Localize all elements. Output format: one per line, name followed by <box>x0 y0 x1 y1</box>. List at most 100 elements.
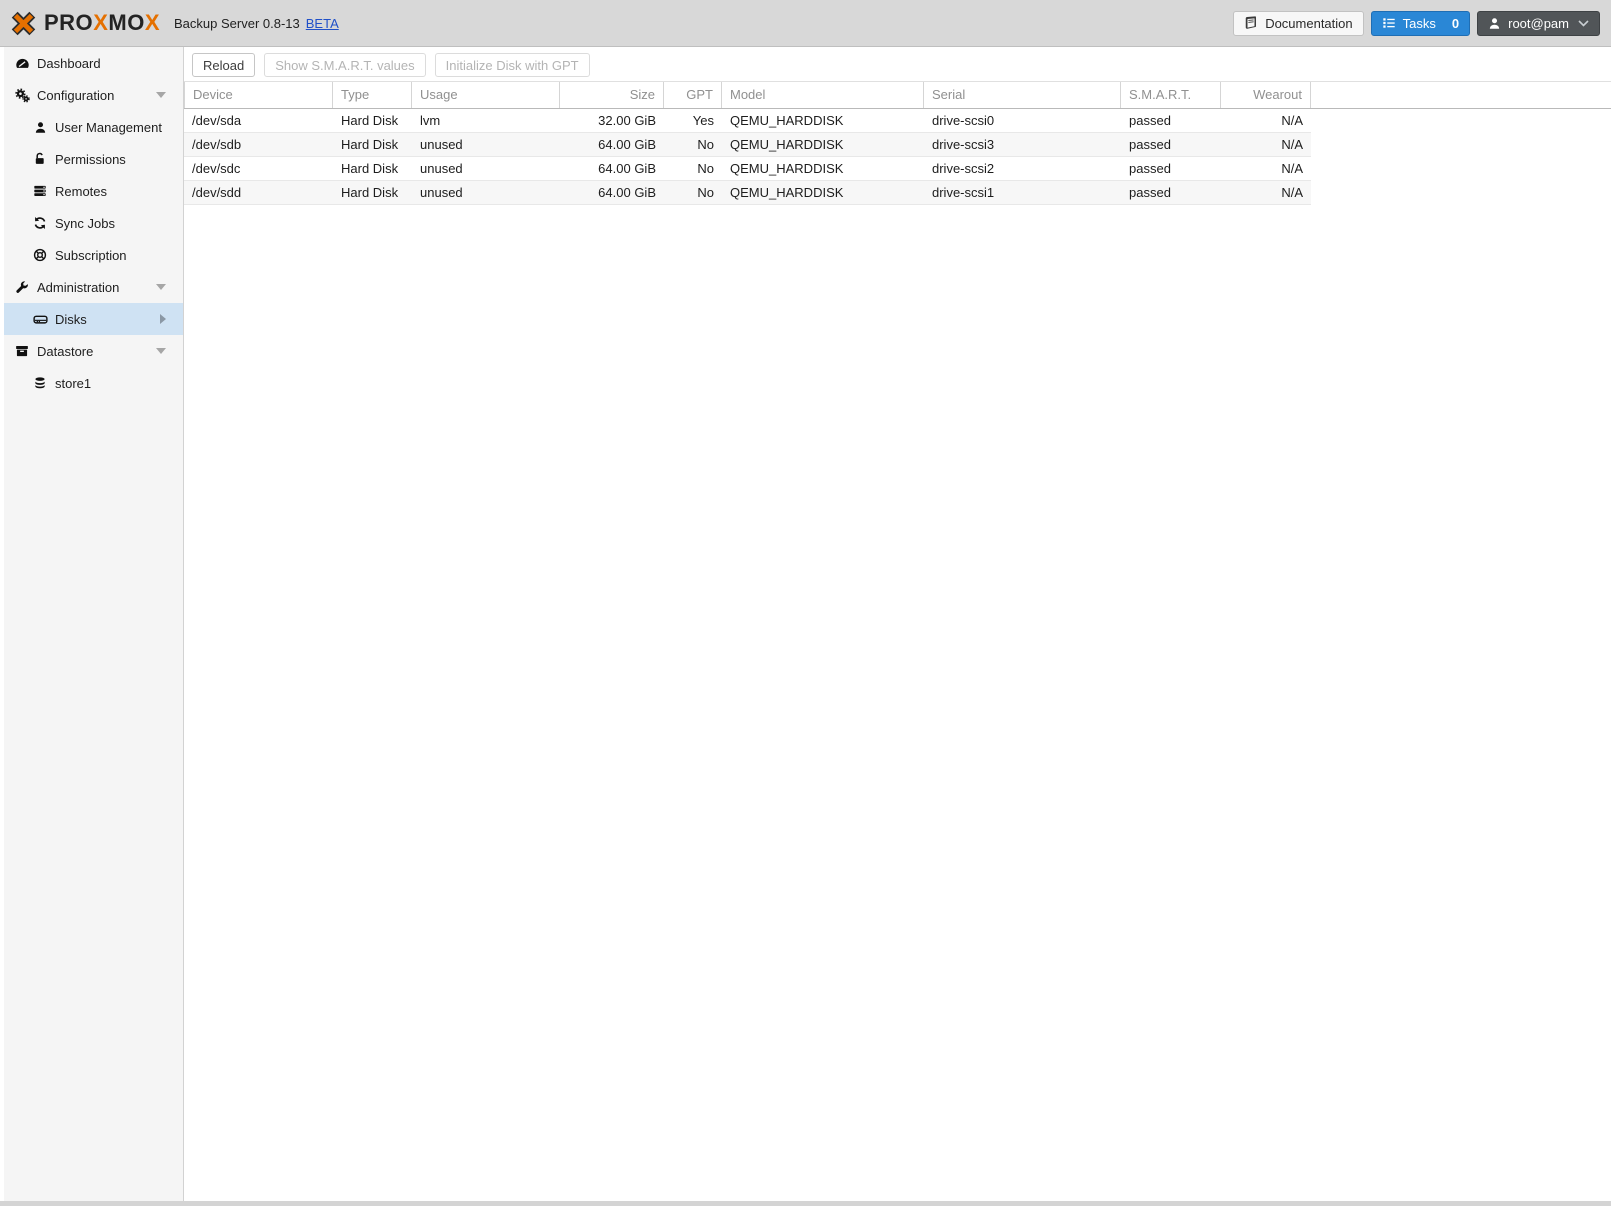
sidebar-item-label: Configuration <box>37 87 115 103</box>
cell-wearout: N/A <box>1281 137 1303 152</box>
cell-wearout: N/A <box>1281 185 1303 200</box>
table-row[interactable]: /dev/sdc Hard Disk unused 64.00 GiB No Q… <box>184 157 1311 181</box>
documentation-label: Documentation <box>1265 15 1353 31</box>
grid-header: Device Type Usage Size GPT Model Serial … <box>184 81 1611 109</box>
sidebar-item-label: Remotes <box>55 183 108 199</box>
beta-link[interactable]: BETA <box>306 16 339 31</box>
chevron-right-icon <box>160 314 166 324</box>
chevron-down-icon <box>1578 19 1589 27</box>
cell-size: 64.00 GiB <box>598 137 656 152</box>
top-bar: PROXMOX Backup Server 0.8-13 BETA Docume… <box>0 0 1611 47</box>
chevron-down-icon[interactable] <box>156 348 166 354</box>
column-header-model[interactable]: Model <box>722 82 924 108</box>
table-row[interactable]: /dev/sda Hard Disk lvm 32.00 GiB Yes QEM… <box>184 109 1311 133</box>
app-root: PROXMOX Backup Server 0.8-13 BETA Docume… <box>0 0 1611 1206</box>
reload-button[interactable]: Reload <box>192 53 256 77</box>
sidebar-item-sync-jobs[interactable]: Sync Jobs <box>4 207 183 239</box>
cell-model: QEMU_HARDDISK <box>730 137 844 152</box>
cell-smart: passed <box>1129 137 1171 152</box>
main-area: Dashboard Configuration User Management … <box>0 47 1611 1201</box>
sidebar-item-label: Dashboard <box>37 55 101 71</box>
initialize-gpt-button[interactable]: Initialize Disk with GPT <box>434 53 590 77</box>
table-row[interactable]: /dev/sdb Hard Disk unused 64.00 GiB No Q… <box>184 133 1311 157</box>
cell-serial: drive-scsi2 <box>932 161 995 176</box>
column-header-filler <box>1311 82 1611 108</box>
content-panel: Reload Show S.M.A.R.T. values Initialize… <box>184 47 1611 1201</box>
brand-area: PROXMOX Backup Server 0.8-13 BETA <box>0 10 339 37</box>
cell-type: Hard Disk <box>341 185 399 200</box>
cell-size: 64.00 GiB <box>598 185 656 200</box>
cell-size: 32.00 GiB <box>598 113 656 128</box>
sidebar-item-label: Administration <box>37 279 120 295</box>
cell-device: /dev/sdb <box>192 137 242 152</box>
cell-device: /dev/sda <box>192 113 242 128</box>
show-smart-values-button[interactable]: Show S.M.A.R.T. values <box>264 53 426 77</box>
column-header-serial[interactable]: Serial <box>924 82 1121 108</box>
disks-toolbar: Reload Show S.M.A.R.T. values Initialize… <box>184 47 1611 81</box>
sidebar-item-administration[interactable]: Administration <box>4 271 183 303</box>
column-header-gpt[interactable]: GPT <box>664 82 722 108</box>
column-header-smart[interactable]: S.M.A.R.T. <box>1121 82 1221 108</box>
sidebar-item-user-management[interactable]: User Management <box>4 111 183 143</box>
cell-smart: passed <box>1129 113 1171 128</box>
sidebar: Dashboard Configuration User Management … <box>0 47 184 1201</box>
cell-wearout: N/A <box>1281 161 1303 176</box>
column-header-size[interactable]: Size <box>560 82 664 108</box>
cell-gpt: No <box>697 137 714 152</box>
dashboard-icon <box>14 55 30 71</box>
cell-device: /dev/sdc <box>192 161 241 176</box>
sidebar-item-datastore[interactable]: Datastore <box>4 335 183 367</box>
sidebar-item-label: Permissions <box>55 151 126 167</box>
lifering-icon <box>32 247 48 263</box>
cell-type: Hard Disk <box>341 137 399 152</box>
archive-icon <box>14 343 30 359</box>
unlock-icon <box>32 151 48 167</box>
column-header-wearout[interactable]: Wearout <box>1221 82 1311 108</box>
table-row[interactable]: /dev/sdd Hard Disk unused 64.00 GiB No Q… <box>184 181 1311 205</box>
user-label: root@pam <box>1508 15 1569 31</box>
hdd-icon <box>32 311 48 327</box>
column-header-type[interactable]: Type <box>333 82 412 108</box>
sidebar-item-label: store1 <box>55 375 92 391</box>
sidebar-item-permissions[interactable]: Permissions <box>4 143 183 175</box>
chevron-down-icon[interactable] <box>156 92 166 98</box>
proxmox-logo-icon <box>11 11 36 35</box>
logo-segment: X <box>93 10 109 35</box>
sidebar-item-subscription[interactable]: Subscription <box>4 239 183 271</box>
sidebar-item-label: Disks <box>55 311 87 327</box>
logo-segment: PRO <box>44 10 94 35</box>
gears-icon <box>14 87 30 103</box>
cell-model: QEMU_HARDDISK <box>730 161 844 176</box>
server-icon <box>32 183 48 199</box>
chevron-down-icon[interactable] <box>156 284 166 290</box>
cell-type: Hard Disk <box>341 161 399 176</box>
documentation-button[interactable]: Documentation <box>1233 10 1364 36</box>
cell-type: Hard Disk <box>341 113 399 128</box>
tasks-label: Tasks <box>1402 15 1436 31</box>
sidebar-item-dashboard[interactable]: Dashboard <box>4 47 183 79</box>
user-menu-button[interactable]: root@pam <box>1477 10 1600 36</box>
sidebar-item-disks[interactable]: Disks <box>4 303 183 335</box>
cell-usage: unused <box>420 185 463 200</box>
cell-serial: drive-scsi0 <box>932 113 995 128</box>
task-list-icon <box>1382 18 1395 28</box>
cell-smart: passed <box>1129 185 1171 200</box>
top-actions: Documentation Tasks 0 root@pam <box>1233 10 1611 36</box>
sidebar-item-configuration[interactable]: Configuration <box>4 79 183 111</box>
book-icon <box>1245 16 1257 29</box>
sidebar-item-store1[interactable]: store1 <box>4 367 183 399</box>
database-icon <box>32 375 48 391</box>
tasks-button[interactable]: Tasks 0 <box>1370 10 1471 36</box>
product-title: Backup Server 0.8-13 <box>174 15 300 31</box>
column-header-device[interactable]: Device <box>184 82 333 108</box>
disks-grid: Device Type Usage Size GPT Model Serial … <box>184 81 1611 205</box>
wrench-icon <box>14 279 30 295</box>
cell-usage: unused <box>420 161 463 176</box>
sidebar-item-label: Sync Jobs <box>55 215 115 231</box>
sidebar-item-remotes[interactable]: Remotes <box>4 175 183 207</box>
cell-size: 64.00 GiB <box>598 161 656 176</box>
user-avatar-icon <box>1489 17 1500 29</box>
cell-serial: drive-scsi3 <box>932 137 995 152</box>
user-icon <box>32 119 48 135</box>
column-header-usage[interactable]: Usage <box>412 82 560 108</box>
